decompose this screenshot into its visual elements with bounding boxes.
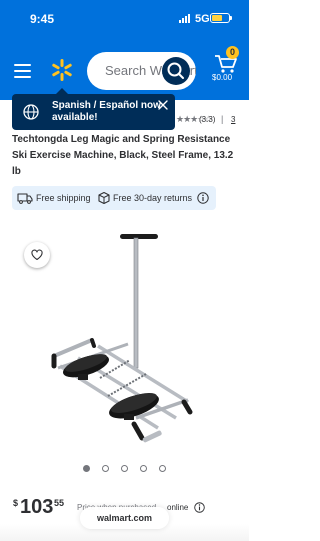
network-label: 5G	[195, 13, 210, 25]
reviews-link[interactable]: 3	[231, 115, 235, 124]
carousel-dot[interactable]	[121, 465, 128, 472]
carousel-dot[interactable]	[159, 465, 166, 472]
browser-url-pill[interactable]: walmart.com	[80, 507, 169, 529]
battery-icon	[210, 13, 232, 23]
free-shipping-label: Free shipping	[36, 193, 91, 203]
price-currency: $	[13, 498, 19, 508]
fulfillment-chips: Free shipping Free 30-day returns	[12, 186, 216, 210]
cart-total: $0.00	[212, 73, 233, 82]
rating-separator: |	[221, 114, 224, 124]
carousel-dot[interactable]	[140, 465, 147, 472]
carousel-dot[interactable]	[83, 465, 90, 472]
language-banner[interactable]: Spanish / Español now available!	[12, 88, 175, 130]
menu-icon[interactable]	[14, 64, 31, 78]
signal-icon	[179, 14, 192, 23]
carousel-dot[interactable]	[102, 465, 109, 472]
cart-count-badge: 0	[226, 46, 239, 59]
globe-icon	[23, 104, 39, 120]
close-icon[interactable]	[157, 99, 169, 111]
app-header: 9:45 5G Search Walmart 0 $0.00	[0, 0, 249, 100]
product-image[interactable]	[38, 228, 200, 454]
language-banner-text[interactable]: Spanish / Español now available!	[52, 100, 162, 124]
walmart-spark-icon[interactable]	[51, 59, 73, 81]
status-time: 9:45	[30, 12, 55, 26]
product-title: Techtongda Leg Magic and Spring Resistan…	[12, 134, 234, 177]
price-cents: 55	[54, 498, 65, 508]
rating-value: (3.3)	[199, 115, 216, 124]
search-icon	[167, 62, 184, 79]
online-label: online	[167, 503, 189, 512]
truck-icon	[17, 193, 33, 204]
price-info-icon[interactable]	[194, 502, 205, 513]
returns-box-icon	[98, 191, 110, 205]
status-bar: 9:45 5G	[0, 0, 249, 36]
price-dollars: 103	[20, 496, 54, 518]
free-returns-label: Free 30-day returns	[113, 193, 193, 203]
search-button[interactable]	[162, 57, 190, 85]
image-carousel-dots	[83, 465, 167, 475]
info-icon[interactable]	[197, 192, 209, 204]
